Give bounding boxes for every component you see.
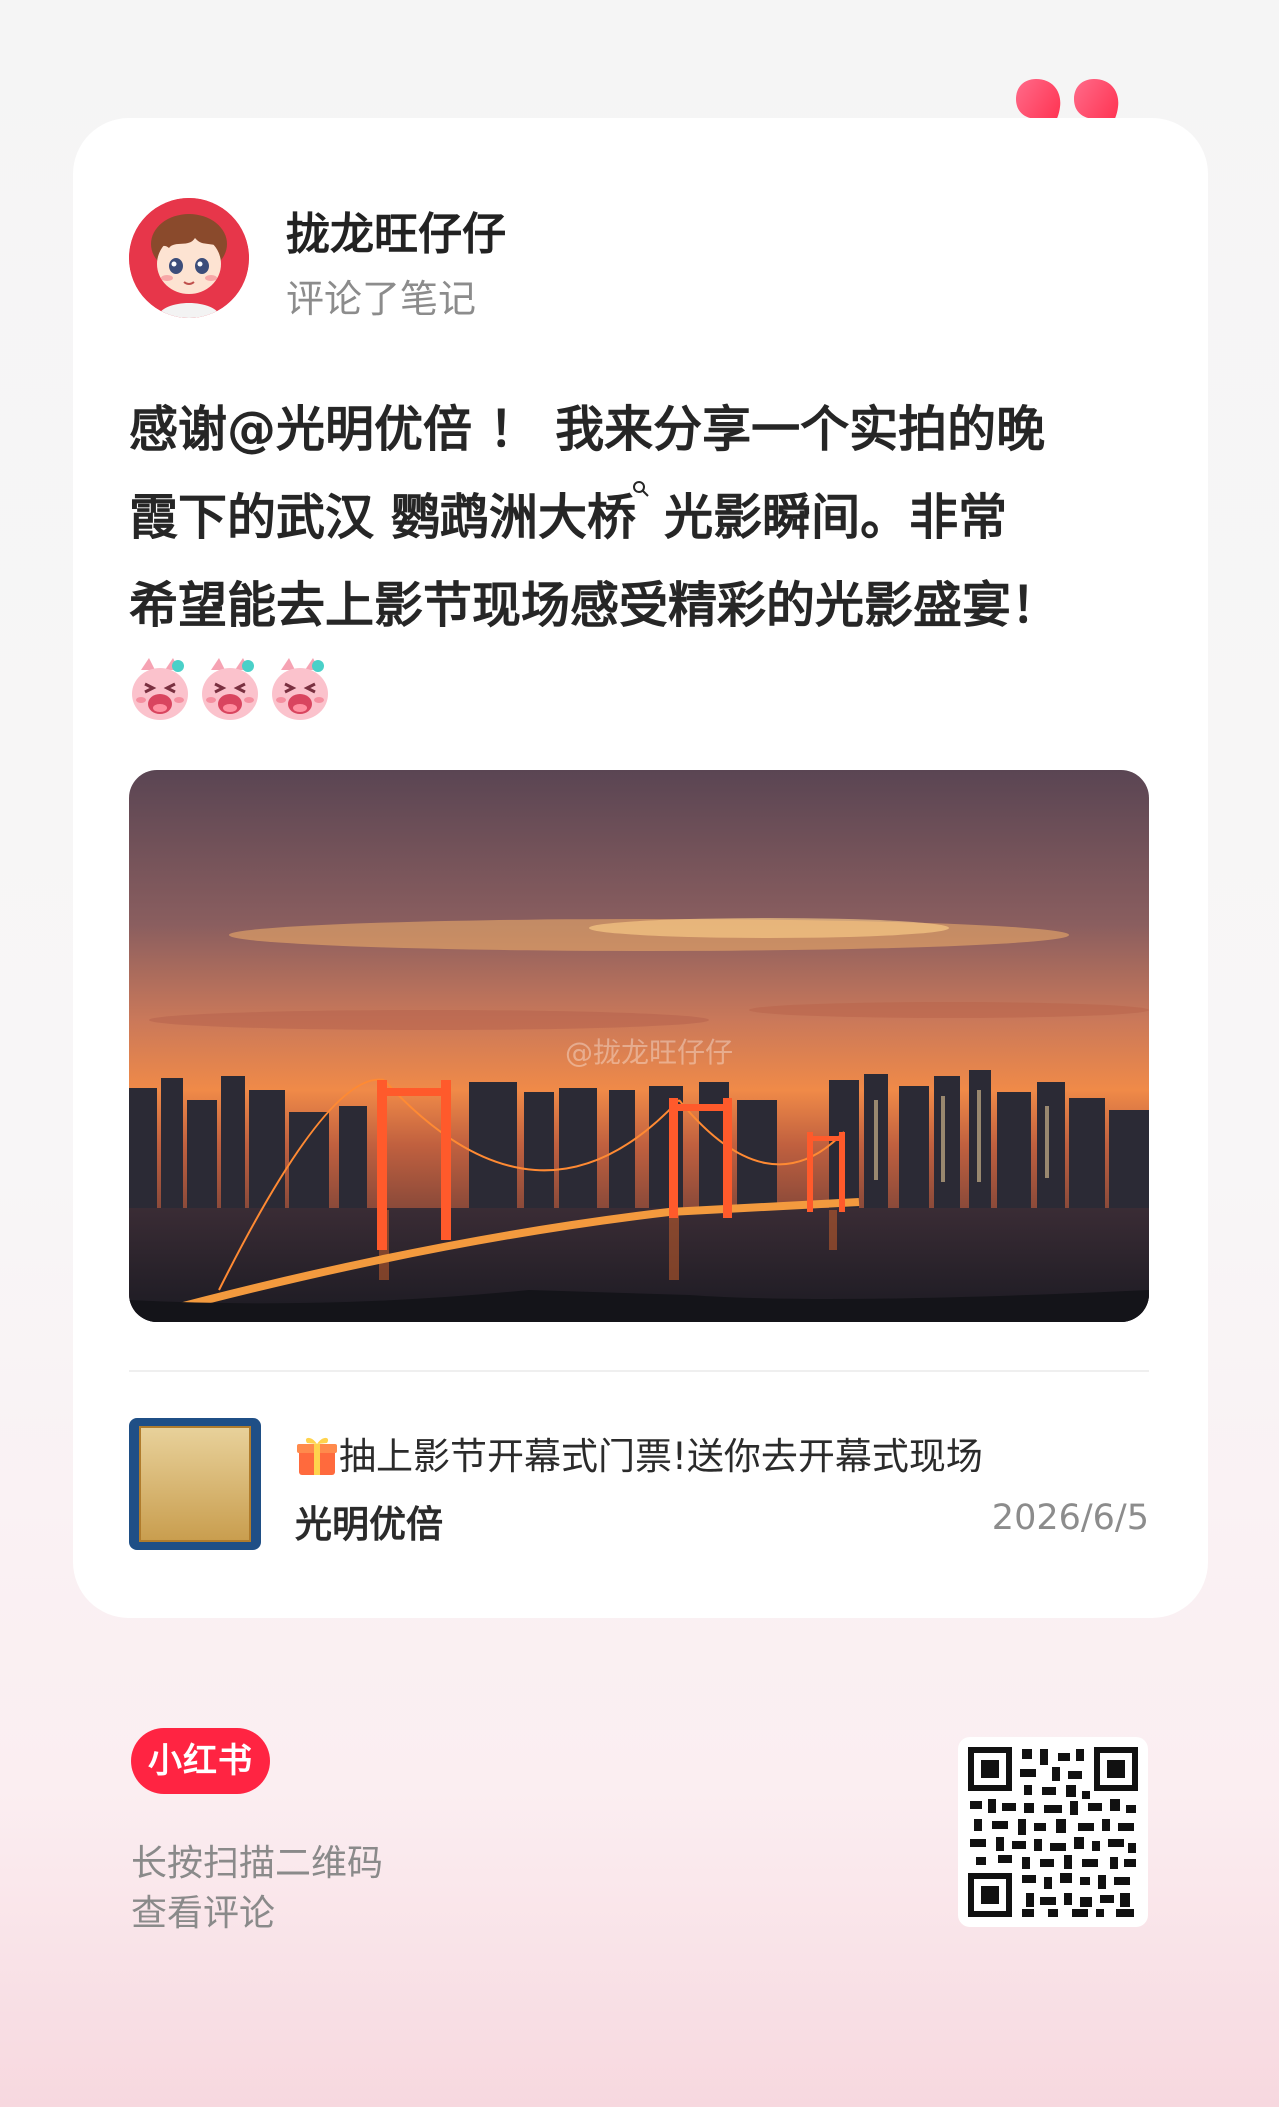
laughing-pig-emoji-icon (132, 658, 188, 720)
linked-note-author[interactable]: 光明优倍 (295, 1494, 443, 1548)
avatar[interactable] (129, 198, 249, 318)
divider (129, 1370, 1149, 1372)
comment-line: 希望能去上影节现场感受精彩的光影盛宴！ (129, 577, 1061, 634)
linked-note[interactable]: 抽上影节开幕式门票!送你去开幕式现场 光明优倍 2026/6/5 (129, 1418, 1149, 1558)
comment-line-part: 光影瞬间。非常 (664, 489, 1008, 546)
action-text: 评论了笔记 (286, 277, 477, 321)
comment-line-part[interactable]: 霞下的武汉 鹦鹉洲大桥 (129, 489, 636, 546)
scan-hint-line2: 查看评论 (131, 1893, 276, 1934)
photo-watermark: @拢龙旺仔仔 (565, 1036, 733, 1069)
post-photo[interactable]: @拢龙旺仔仔 (129, 770, 1149, 1322)
scan-hint-line1: 长按扫描二维码 (131, 1843, 384, 1884)
gift-icon (297, 1437, 337, 1475)
comment-text: 感谢@光明优倍 ！ 我来分享一个实拍的晚 霞下的武汉 鹦鹉洲大桥 光影瞬间。非常 … (129, 386, 1159, 650)
emoji-row (129, 656, 331, 722)
note-thumbnail[interactable] (129, 1418, 261, 1550)
xiaohongshu-logo: 小红书 (131, 1728, 270, 1794)
laughing-pig-emoji-icon (272, 658, 328, 720)
qr-code-icon (968, 1747, 1138, 1917)
linked-note-date: 2026/6/5 (991, 1498, 1149, 1538)
laughing-pig-emoji-icon (202, 658, 258, 720)
linked-note-title[interactable]: 抽上影节开幕式门票!送你去开幕式现场 (295, 1426, 983, 1480)
search-icon[interactable] (632, 480, 650, 498)
comment-card: 拢龙旺仔仔 评论了笔记 感谢@光明优倍 ！ 我来分享一个实拍的晚 霞下的武汉 鹦… (73, 118, 1208, 1618)
qr-code[interactable] (958, 1737, 1148, 1927)
comment-line: 霞下的武汉 鹦鹉洲大桥 光影瞬间。非常 (129, 474, 1159, 562)
username[interactable]: 拢龙旺仔仔 (286, 198, 506, 262)
linked-note-title-text: 抽上影节开幕式门票!送你去开幕式现场 (339, 1435, 983, 1478)
comment-line: 感谢@光明优倍 ！ 我来分享一个实拍的晚 (129, 401, 1046, 458)
